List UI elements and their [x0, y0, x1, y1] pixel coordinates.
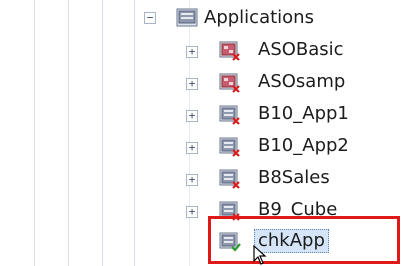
tree-node-label[interactable]: B10_App1: [258, 103, 349, 125]
expand-toggle[interactable]: +: [186, 142, 198, 154]
tree-node-b10-app2[interactable]: + B10_App2: [170, 131, 400, 163]
tree-node-label[interactable]: B10_App2: [258, 135, 349, 157]
guide-line: [68, 0, 69, 266]
outline-tree-panel: − Applications + ASOBasic + ASOsamp + B1…: [0, 0, 407, 266]
tree-node-label[interactable]: B8Sales: [258, 167, 330, 189]
aso-cube-stopped-icon: [219, 41, 240, 61]
tree-node-asosamp[interactable]: + ASOsamp: [170, 67, 400, 99]
expand-toggle[interactable]: +: [186, 78, 198, 90]
tree-node-label[interactable]: ASOsamp: [258, 71, 345, 93]
application-folder-icon: [176, 8, 198, 27]
collapse-toggle[interactable]: −: [144, 12, 156, 24]
tree-node-b10-app1[interactable]: + B10_App1: [170, 99, 400, 131]
tree-node-applications[interactable]: − Applications: [140, 2, 400, 34]
guide-line: [134, 0, 135, 266]
mouse-pointer-icon: [253, 245, 267, 265]
app-stopped-icon: [219, 105, 240, 125]
expand-toggle[interactable]: +: [186, 206, 198, 218]
expand-toggle[interactable]: +: [186, 46, 198, 58]
tree-node-asobasic[interactable]: + ASOBasic: [170, 35, 400, 67]
guide-line: [102, 0, 103, 266]
tree-node-b8sales[interactable]: + B8Sales: [170, 163, 400, 195]
guide-line: [34, 0, 35, 266]
tree-node-label[interactable]: ASOBasic: [258, 39, 344, 61]
aso-cube-stopped-icon: [219, 73, 240, 93]
tree-node-label[interactable]: Applications: [204, 7, 314, 29]
expand-toggle[interactable]: +: [186, 174, 198, 186]
highlight-callout-box: [208, 216, 400, 264]
expand-toggle[interactable]: +: [186, 110, 198, 122]
app-stopped-icon: [219, 137, 240, 157]
app-stopped-icon: [219, 169, 240, 189]
